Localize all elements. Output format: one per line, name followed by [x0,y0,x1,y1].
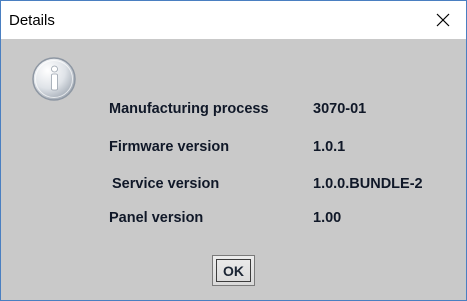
service-version-value: 1.0.0.BUNDLE-2 [313,176,423,192]
panel-version-label: Panel version [109,210,204,226]
title-bar: Details [1,1,466,39]
manufacturing-process-value: 3070-01 [313,101,367,117]
close-icon [436,13,450,27]
manufacturing-process-label: Manufacturing process [109,101,269,117]
firmware-version-label: Firmware version [109,139,230,155]
details-dialog: Details Manufacturing process 3070-01 Fi… [0,0,467,301]
detail-row-manufacturing-process: Manufacturing process 3070-01 [1,101,466,123]
ok-button-label: OK [216,259,251,282]
ok-button[interactable]: OK [212,255,255,286]
detail-row-panel-version: Panel version 1.00 [1,210,466,232]
detail-row-service-version: Service version 1.0.0.BUNDLE-2 [1,176,466,198]
close-button[interactable] [420,1,466,39]
panel-version-value: 1.00 [313,210,342,226]
info-icon [31,56,77,102]
dialog-title: Details [9,12,55,29]
detail-row-firmware-version: Firmware version 1.0.1 [1,139,466,161]
firmware-version-value: 1.0.1 [313,139,346,155]
service-version-label: Service version [112,176,220,192]
dialog-content: Manufacturing process 3070-01 Firmware v… [1,39,466,300]
